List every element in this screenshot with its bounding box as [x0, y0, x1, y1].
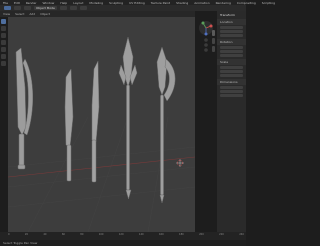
y-axis-icon[interactable]	[201, 21, 205, 25]
move-tool-icon[interactable]	[1, 26, 6, 31]
dimensions-x-field[interactable]	[220, 86, 243, 89]
workspace-tab-animation[interactable]: Animation	[194, 1, 209, 5]
cursor-tool-icon[interactable]	[1, 19, 6, 24]
dimensions-label: Dimensions	[217, 79, 246, 85]
scale-label: Scale	[217, 59, 246, 65]
scale-y-field[interactable]	[220, 70, 243, 73]
header-object[interactable]: Object	[40, 12, 50, 16]
tab-tool[interactable]	[212, 38, 215, 44]
global-orientation-button[interactable]	[59, 6, 67, 10]
scale-tool-icon[interactable]	[1, 40, 6, 45]
rotate-tool-icon[interactable]	[1, 33, 6, 38]
workspace-tab-shading[interactable]: Shading	[176, 1, 188, 5]
proportional-edit-button[interactable]	[79, 6, 87, 10]
measure-tool-icon[interactable]	[1, 61, 6, 66]
transform-tool-icon[interactable]	[1, 47, 6, 52]
camera-icon[interactable]	[204, 48, 208, 52]
tick-label: 100	[98, 233, 104, 236]
select-tool-button[interactable]	[4, 6, 11, 10]
status-text: Select Toggle Pan View	[3, 241, 38, 245]
tick-label: 160	[158, 233, 164, 236]
scale-x-field[interactable]	[220, 66, 243, 69]
annotate-tool-icon[interactable]	[1, 54, 6, 59]
dimensions-z-field[interactable]	[220, 94, 243, 97]
workspace-tab-compositing[interactable]: Compositing	[237, 1, 256, 5]
dimensions-y-field[interactable]	[220, 90, 243, 93]
tab-view[interactable]	[212, 46, 215, 52]
3d-cursor-icon	[176, 159, 184, 167]
rotation-x-field[interactable]	[220, 46, 243, 49]
spear-model-2[interactable]	[156, 46, 176, 204]
tab-item[interactable]	[212, 30, 215, 36]
menu-render[interactable]: Render	[26, 1, 37, 5]
menu-window[interactable]: Window	[43, 1, 55, 5]
header-view[interactable]: View	[3, 12, 10, 16]
tick-label: 120	[118, 233, 124, 236]
select-box-button[interactable]	[14, 6, 21, 10]
location-y-field[interactable]	[220, 30, 243, 33]
x-axis-line	[8, 156, 195, 178]
workspace-tab-rendering[interactable]: Rendering	[216, 1, 231, 5]
tick-label: 60	[61, 233, 65, 236]
tick-label: 180	[179, 233, 184, 236]
workspace-tab-texture-paint[interactable]: Texture Paint	[151, 1, 170, 5]
z-axis-icon[interactable]	[204, 32, 208, 36]
pan-icon[interactable]	[204, 43, 208, 47]
select-extend-button[interactable]	[24, 6, 31, 10]
workspace-tab-modeling[interactable]: Modeling	[89, 1, 103, 5]
sword-model-2[interactable]	[64, 68, 74, 182]
tick-label: 0	[8, 233, 10, 236]
workspace-tab-scripting[interactable]: Scripting	[262, 1, 275, 5]
workspace-tab-layout[interactable]: Layout	[73, 1, 83, 5]
tick-label: 20	[24, 233, 29, 236]
timeline-ruler: 0 20 40 60 80 100 120 140 160 180 200 22…	[8, 233, 244, 236]
workspace-tab-sculpting[interactable]: Sculpting	[109, 1, 123, 5]
header-add[interactable]: Add	[29, 12, 35, 16]
sword-model-3[interactable]	[91, 60, 100, 183]
3d-viewport[interactable]	[8, 17, 195, 232]
tick-label: 240	[239, 233, 244, 236]
x-axis-icon[interactable]	[209, 24, 213, 28]
tick-label: 80	[80, 233, 84, 236]
header-select[interactable]: Select	[15, 12, 24, 16]
tick-label: 220	[219, 233, 224, 236]
rotation-y-field[interactable]	[220, 50, 243, 53]
location-z-field[interactable]	[220, 34, 243, 37]
location-x-field[interactable]	[220, 26, 243, 29]
scale-z-field[interactable]	[220, 74, 243, 77]
sword-model-1[interactable]	[15, 47, 34, 170]
tick-label: 200	[199, 233, 204, 236]
floor-grid	[8, 116, 195, 232]
location-label: Location	[217, 19, 246, 25]
rotation-z-field[interactable]	[220, 54, 243, 57]
menu-file[interactable]: File	[3, 1, 8, 5]
status-bar: Select Toggle Pan View	[0, 240, 246, 246]
snap-button[interactable]	[69, 6, 77, 10]
tick-label: 40	[43, 233, 47, 236]
menu-edit[interactable]: Edit	[14, 1, 20, 5]
tick-label: 140	[138, 233, 144, 236]
workspace-tab-uv-editing[interactable]: UV Editing	[129, 1, 145, 5]
menu-help[interactable]: Help	[60, 1, 67, 5]
viewport-canvas	[8, 36, 195, 232]
mode-select[interactable]: Object Mode	[34, 6, 57, 10]
properties-sidebar: Transform Location Rotation Scale Dimens…	[217, 11, 246, 232]
tool-shelf	[1, 19, 7, 89]
transform-panel-title[interactable]: Transform	[217, 11, 246, 17]
rotation-label: Rotation	[217, 39, 246, 45]
zoom-icon[interactable]	[204, 38, 208, 42]
